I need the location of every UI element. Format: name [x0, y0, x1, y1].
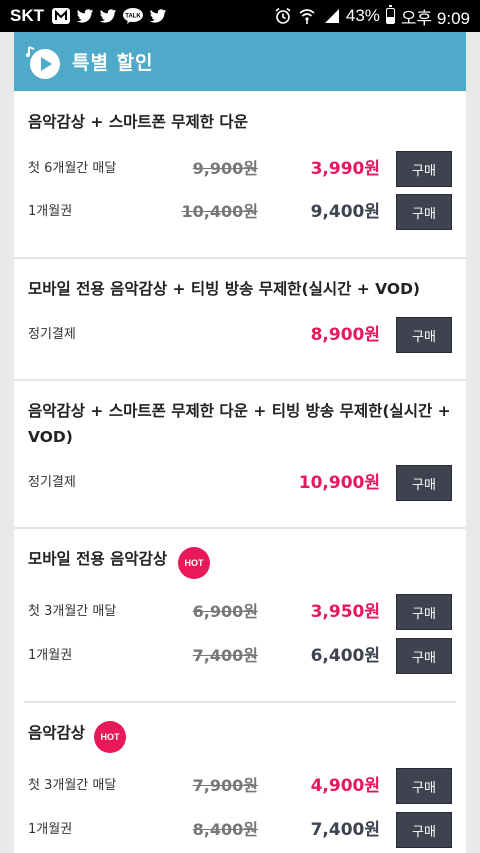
twitter-icon	[149, 8, 167, 24]
messenger-m-icon	[51, 7, 71, 25]
hot-badge: HOT	[178, 547, 210, 579]
status-bar: SKT TALK 43% 오후 9:09	[0, 0, 480, 32]
price-row: 첫 6개월간 매달 9,900원 3,990원 구매	[14, 151, 466, 187]
original-price: 7,400원	[192, 646, 258, 665]
original-price: 10,400원	[181, 202, 258, 221]
buy-button[interactable]: 구매	[396, 194, 452, 230]
buy-button[interactable]: 구매	[396, 812, 452, 848]
period-label: 1개월권	[28, 204, 73, 219]
original-price: 6,900원	[192, 602, 258, 621]
period-label: 첫 3개월간 매달	[28, 778, 117, 793]
sale-price: 3,990원	[310, 159, 380, 179]
price-row: 정기결제 8,900원 구매	[14, 317, 466, 353]
section-title-line-2: VOD)	[28, 428, 73, 446]
period-label: 정기결제	[28, 327, 76, 342]
original-price: 8,400원	[192, 820, 258, 839]
price-row: 1개월권 10,400원 9,400원 구매	[14, 194, 466, 230]
buy-button[interactable]: 구매	[396, 594, 452, 630]
period-label: 정기결제	[28, 475, 76, 490]
sale-price: 9,400원	[310, 202, 380, 222]
page-header: 특별 할인	[14, 32, 466, 91]
carrier-label: SKT	[10, 6, 44, 25]
svg-text:TALK: TALK	[125, 14, 141, 20]
section-title: 모바일 전용 음악감상 + 티빙 방송 무제한(실시간 + VOD)	[28, 280, 421, 298]
period-label: 1개월권	[28, 648, 73, 663]
section-title-line-1: 음악감상 + 스마트폰 무제한 다운 + 티빙 방송 무제한(실시간 +	[28, 402, 451, 420]
buy-button[interactable]: 구매	[396, 638, 452, 674]
buy-button[interactable]: 구매	[396, 151, 452, 187]
section-divider	[14, 379, 466, 381]
sale-price: 4,900원	[310, 776, 380, 796]
alarm-icon	[274, 7, 292, 25]
price-row: 1개월권 8,400원 7,400원 구매	[14, 812, 466, 848]
twitter-icon	[99, 8, 117, 24]
hot-badge: HOT	[94, 721, 126, 753]
product-list: 음악감상 + 스마트폰 무제한 다운 첫 6개월간 매달 9,900원 3,99…	[14, 91, 466, 853]
battery-percent: 43%	[345, 6, 380, 25]
sale-price: 8,900원	[310, 325, 380, 345]
section-title: 음악감상 + 스마트폰 무제한 다운	[28, 113, 248, 131]
kakaotalk-icon: TALK	[122, 7, 144, 25]
sale-price: 7,400원	[310, 820, 380, 840]
wifi-calling-icon	[298, 7, 316, 25]
buy-button[interactable]: 구매	[396, 465, 452, 501]
twitter-icon	[76, 8, 94, 24]
section-divider	[14, 527, 466, 529]
original-price: 9,900원	[192, 159, 258, 178]
period-label: 첫 6개월간 매달	[28, 161, 117, 176]
original-price: 7,900원	[192, 776, 258, 795]
sale-price: 6,400원	[310, 646, 380, 666]
price-row: 첫 3개월간 매달 6,900원 3,950원 구매	[14, 594, 466, 630]
buy-button[interactable]: 구매	[396, 768, 452, 804]
signal-icon	[322, 8, 340, 24]
page-title: 특별 할인	[72, 52, 154, 74]
section-divider	[14, 257, 466, 259]
price-row: 첫 3개월간 매달 7,900원 4,900원 구매	[14, 768, 466, 804]
period-label: 1개월권	[28, 822, 73, 837]
price-row: 1개월권 7,400원 6,400원 구매	[14, 638, 466, 674]
period-label: 첫 3개월간 매달	[28, 604, 117, 619]
section-title: 모바일 전용 음악감상	[28, 550, 168, 568]
sale-price: 3,950원	[310, 602, 380, 622]
buy-button[interactable]: 구매	[396, 317, 452, 353]
section-divider	[24, 701, 456, 703]
section-title: 음악감상	[28, 724, 86, 742]
clock: 오후 9:09	[400, 8, 470, 28]
sale-price: 10,900원	[298, 473, 380, 493]
music-play-icon	[26, 45, 60, 79]
price-row: 정기결제 10,900원 구매	[14, 465, 466, 501]
battery-icon	[385, 5, 395, 24]
